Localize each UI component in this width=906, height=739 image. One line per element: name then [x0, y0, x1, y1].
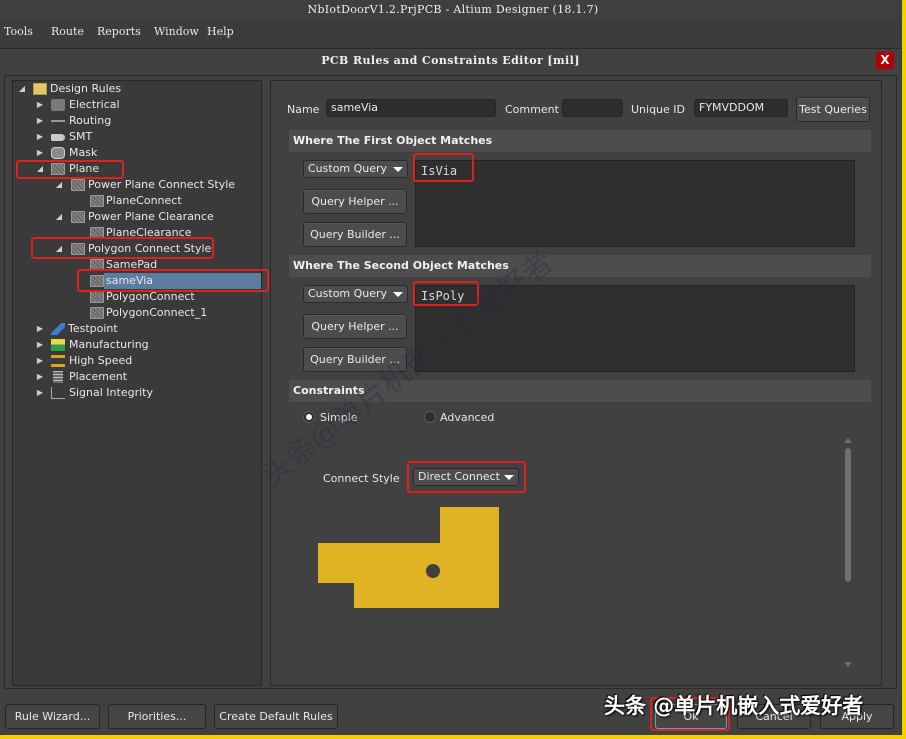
second-query-type-value: Custom Query [308, 287, 388, 300]
connect-style-preview [318, 507, 499, 608]
expand-arrow-icon[interactable]: ▶ [36, 129, 44, 145]
simple-radio-label: Simple [320, 411, 358, 424]
comment-input[interactable] [562, 99, 623, 117]
testpoint-icon [51, 323, 65, 335]
connect-style-select[interactable]: Direct Connect [413, 468, 519, 486]
name-label: Name [287, 103, 320, 116]
app-title: NbIotDoorV1.2.PrjPCB - Altium Designer (… [307, 3, 599, 16]
manufacturing-icon [51, 339, 65, 351]
dropdown-caret-icon [393, 167, 403, 172]
advanced-radio-label: Advanced [440, 411, 495, 424]
ok-button[interactable]: Ok [655, 704, 727, 729]
via-hole-icon [426, 564, 440, 578]
rule-icon [90, 275, 104, 287]
collapse-arrow-icon[interactable]: ◢ [36, 161, 44, 177]
window-frame-bottom [0, 735, 906, 739]
first-query-builder-button[interactable]: Query Builder ... [303, 222, 407, 247]
connect-style-label: Connect Style [323, 472, 400, 485]
second-query-editor[interactable]: IsPoly [415, 285, 855, 372]
constraints-header: Constraints [289, 380, 871, 402]
expand-arrow-icon[interactable]: ▶ [36, 321, 44, 337]
app-title-bar: NbIotDoorV1.2.PrjPCB - Altium Designer (… [0, 0, 906, 19]
collapse-arrow-icon[interactable]: ◢ [55, 241, 63, 257]
cancel-button[interactable]: Cancel [737, 704, 811, 729]
first-query-editor[interactable]: IsVia [415, 160, 855, 247]
dropdown-caret-icon [393, 292, 403, 297]
dialog-title: PCB Rules and Constraints Editor [mil] [321, 54, 580, 67]
menu-tools[interactable]: Tools [4, 25, 33, 38]
create-default-rules-button[interactable]: Create Default Rules [214, 704, 338, 729]
mask-icon [51, 147, 65, 159]
rules-tree[interactable] [12, 80, 262, 686]
smt-icon [51, 134, 65, 141]
close-button[interactable]: X [876, 52, 894, 69]
constraints-scrollbar[interactable] [845, 448, 851, 582]
advanced-radio[interactable] [424, 411, 436, 423]
rule-category-icon [71, 243, 85, 255]
window-frame-edge [902, 0, 906, 739]
plane-icon [51, 163, 65, 175]
first-object-header: Where The First Object Matches [289, 130, 871, 152]
simple-radio[interactable] [303, 411, 315, 423]
rule-icon [90, 307, 104, 319]
expand-arrow-icon[interactable]: ▶ [36, 385, 44, 401]
first-query-helper-button[interactable]: Query Helper ... [303, 189, 407, 214]
second-query-builder-button[interactable]: Query Builder ... [303, 347, 407, 372]
expand-arrow-icon[interactable]: ▶ [36, 113, 44, 129]
rule-category-icon [71, 211, 85, 223]
rule-category-icon [71, 179, 85, 191]
comment-label: Comment [505, 103, 559, 116]
menu-window[interactable]: Window [154, 25, 199, 38]
polygon-copper-shape [318, 507, 499, 608]
second-query-helper-button[interactable]: Query Helper ... [303, 314, 407, 339]
collapse-arrow-icon[interactable]: ◢ [55, 177, 63, 193]
signal-integrity-icon [51, 387, 65, 399]
expand-arrow-icon[interactable]: ▶ [36, 337, 44, 353]
collapse-arrow-icon[interactable]: ◢ [18, 81, 26, 97]
unique-id-input[interactable]: FYMVDDOM [694, 99, 788, 117]
rule-wizard-button[interactable]: Rule Wizard... [5, 704, 100, 729]
first-query-type-select[interactable]: Custom Query [303, 160, 408, 178]
rule-icon [90, 291, 104, 303]
high-speed-icon [51, 355, 65, 367]
menu-reports[interactable]: Reports [97, 25, 141, 38]
expand-arrow-icon[interactable]: ▶ [36, 369, 44, 385]
name-input[interactable]: sameVia [326, 99, 496, 117]
test-queries-button[interactable]: Test Queries [796, 97, 870, 122]
menu-bar: Tools Route Reports Window Help [0, 19, 906, 45]
second-query-type-select[interactable]: Custom Query [303, 285, 408, 303]
connect-style-value: Direct Connect [418, 470, 500, 483]
close-icon: X [880, 53, 890, 67]
design-rules-folder-icon [33, 83, 47, 95]
routing-icon [51, 120, 65, 124]
rule-icon [90, 259, 104, 271]
first-query-type-value: Custom Query [308, 162, 388, 175]
expand-arrow-icon[interactable]: ▶ [36, 353, 44, 369]
scroll-up-icon[interactable] [844, 438, 852, 443]
placement-icon [53, 371, 63, 383]
menu-route[interactable]: Route [51, 25, 84, 38]
apply-button[interactable]: Apply [820, 704, 894, 729]
second-object-header: Where The Second Object Matches [289, 255, 871, 277]
rule-icon [90, 227, 104, 239]
menu-help[interactable]: Help [207, 25, 234, 38]
electrical-icon [51, 99, 65, 111]
unique-id-label: Unique ID [631, 103, 686, 116]
expand-arrow-icon[interactable]: ▶ [36, 145, 44, 161]
expand-arrow-icon[interactable]: ▶ [36, 97, 44, 113]
priorities-button[interactable]: Priorities... [108, 704, 206, 729]
collapse-arrow-icon[interactable]: ◢ [55, 209, 63, 225]
rule-icon [90, 195, 104, 207]
scroll-down-icon[interactable] [844, 662, 852, 667]
dropdown-caret-icon [504, 475, 514, 480]
